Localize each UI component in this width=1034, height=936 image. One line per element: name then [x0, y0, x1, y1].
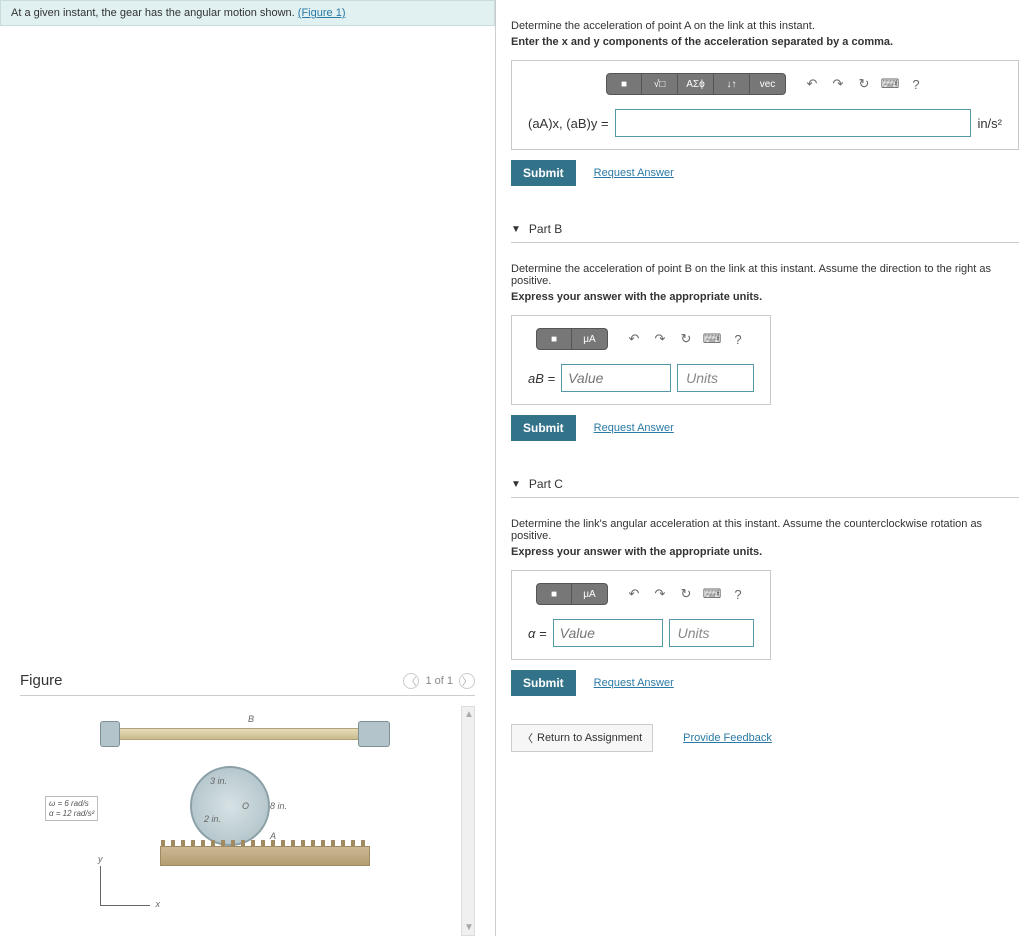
- part-c-instruction: Express your answer with the appropriate…: [511, 546, 1019, 558]
- part-c-label: α =: [528, 626, 547, 641]
- redo-button[interactable]: ↷: [830, 76, 846, 92]
- part-c-prompt: Determine the link's angular acceleratio…: [511, 518, 1019, 542]
- part-b-header[interactable]: ▼ Part B: [511, 216, 1019, 243]
- tool-template-button[interactable]: ■: [606, 73, 642, 95]
- tool-sqrt-button[interactable]: √□: [642, 73, 678, 95]
- figure-link[interactable]: (Figure 1): [298, 7, 346, 19]
- part-b-submit-button[interactable]: Submit: [511, 415, 576, 441]
- chevron-down-icon: ▼: [511, 224, 521, 235]
- tool-template-button[interactable]: ■: [536, 583, 572, 605]
- tool-mu-button[interactable]: μA: [572, 583, 608, 605]
- tool-arrows-button[interactable]: ↓↑: [714, 73, 750, 95]
- tool-greek-button[interactable]: ΑΣϕ: [678, 73, 714, 95]
- keyboard-button[interactable]: ⌨: [882, 76, 898, 92]
- intro-text: At a given instant, the gear has the ang…: [11, 7, 295, 19]
- tool-template-button[interactable]: ■: [536, 328, 572, 350]
- figure-scroll[interactable]: ▲ ▼: [461, 706, 475, 936]
- keyboard-button[interactable]: ⌨: [704, 331, 720, 347]
- figure-prev-button[interactable]: 〈: [403, 673, 419, 689]
- undo-button[interactable]: ↶: [626, 586, 642, 602]
- help-button[interactable]: ?: [730, 331, 746, 347]
- part-c-title: Part C: [529, 477, 563, 491]
- help-button[interactable]: ?: [730, 586, 746, 602]
- part-a-label: (aA)x, (aB)y =: [528, 116, 609, 131]
- figure-schematic: ω = 6 rad/s α = 12 rad/s² 3 in. 2 in. 8 …: [100, 706, 390, 906]
- part-c-header[interactable]: ▼ Part C: [511, 471, 1019, 498]
- part-c-units-input[interactable]: Units: [669, 619, 754, 647]
- reset-button[interactable]: ↻: [678, 331, 694, 347]
- omega-label: ω = 6 rad/s: [49, 799, 89, 808]
- part-c-submit-button[interactable]: Submit: [511, 670, 576, 696]
- part-a-unit: in/s²: [977, 116, 1002, 131]
- undo-button[interactable]: ↶: [626, 331, 642, 347]
- axis-y: y: [98, 854, 103, 864]
- part-b-value-input[interactable]: [561, 364, 671, 392]
- part-b-prompt: Determine the acceleration of point B on…: [511, 263, 1019, 287]
- point-b-label: B: [248, 714, 254, 724]
- part-a-prompt: Determine the acceleration of point A on…: [511, 20, 1019, 32]
- chevron-down-icon: ▼: [511, 479, 521, 490]
- keyboard-button[interactable]: ⌨: [704, 586, 720, 602]
- part-a-submit-button[interactable]: Submit: [511, 160, 576, 186]
- redo-button[interactable]: ↷: [652, 331, 668, 347]
- figure-next-button[interactable]: 〉: [459, 673, 475, 689]
- part-a-request-link[interactable]: Request Answer: [594, 167, 674, 179]
- figure-title: Figure: [20, 672, 403, 689]
- chevron-left-icon: 〈: [522, 730, 533, 746]
- part-a-panel: ■ √□ ΑΣϕ ↓↑ vec ↶ ↷ ↻ ⌨ ? (aA)x, (aB)y =…: [511, 60, 1019, 150]
- feedback-link[interactable]: Provide Feedback: [683, 732, 772, 744]
- part-a-instruction: Enter the x and y components of the acce…: [511, 36, 1019, 48]
- help-button[interactable]: ?: [908, 76, 924, 92]
- reset-button[interactable]: ↻: [678, 586, 694, 602]
- part-b-panel: ■ μA ↶ ↷ ↻ ⌨ ? aB = Units: [511, 315, 771, 405]
- reset-button[interactable]: ↻: [856, 76, 872, 92]
- undo-button[interactable]: ↶: [804, 76, 820, 92]
- part-b-request-link[interactable]: Request Answer: [594, 422, 674, 434]
- dim-2in: 2 in.: [204, 814, 221, 824]
- tool-mu-button[interactable]: μA: [572, 328, 608, 350]
- part-c-request-link[interactable]: Request Answer: [594, 677, 674, 689]
- part-b-instruction: Express your answer with the appropriate…: [511, 291, 1019, 303]
- part-c-panel: ■ μA ↶ ↷ ↻ ⌨ ? α = Units: [511, 570, 771, 660]
- alpha-label: α = 12 rad/s²: [49, 809, 94, 818]
- part-b-title: Part B: [529, 222, 562, 236]
- dim-8in: 8 in.: [270, 801, 287, 811]
- tool-vec-button[interactable]: vec: [750, 73, 786, 95]
- part-b-label: aB =: [528, 371, 555, 386]
- part-b-units-input[interactable]: Units: [677, 364, 754, 392]
- intro-banner: At a given instant, the gear has the ang…: [0, 0, 495, 26]
- return-button[interactable]: 〈 Return to Assignment: [511, 724, 653, 752]
- point-o-label: O: [242, 801, 249, 811]
- redo-button[interactable]: ↷: [652, 586, 668, 602]
- part-a-input[interactable]: [615, 109, 972, 137]
- dim-3in: 3 in.: [210, 776, 227, 786]
- return-label: Return to Assignment: [537, 732, 642, 744]
- part-c-value-input[interactable]: [553, 619, 663, 647]
- point-a-label: A: [270, 831, 276, 841]
- figure-pager: 1 of 1: [425, 675, 453, 687]
